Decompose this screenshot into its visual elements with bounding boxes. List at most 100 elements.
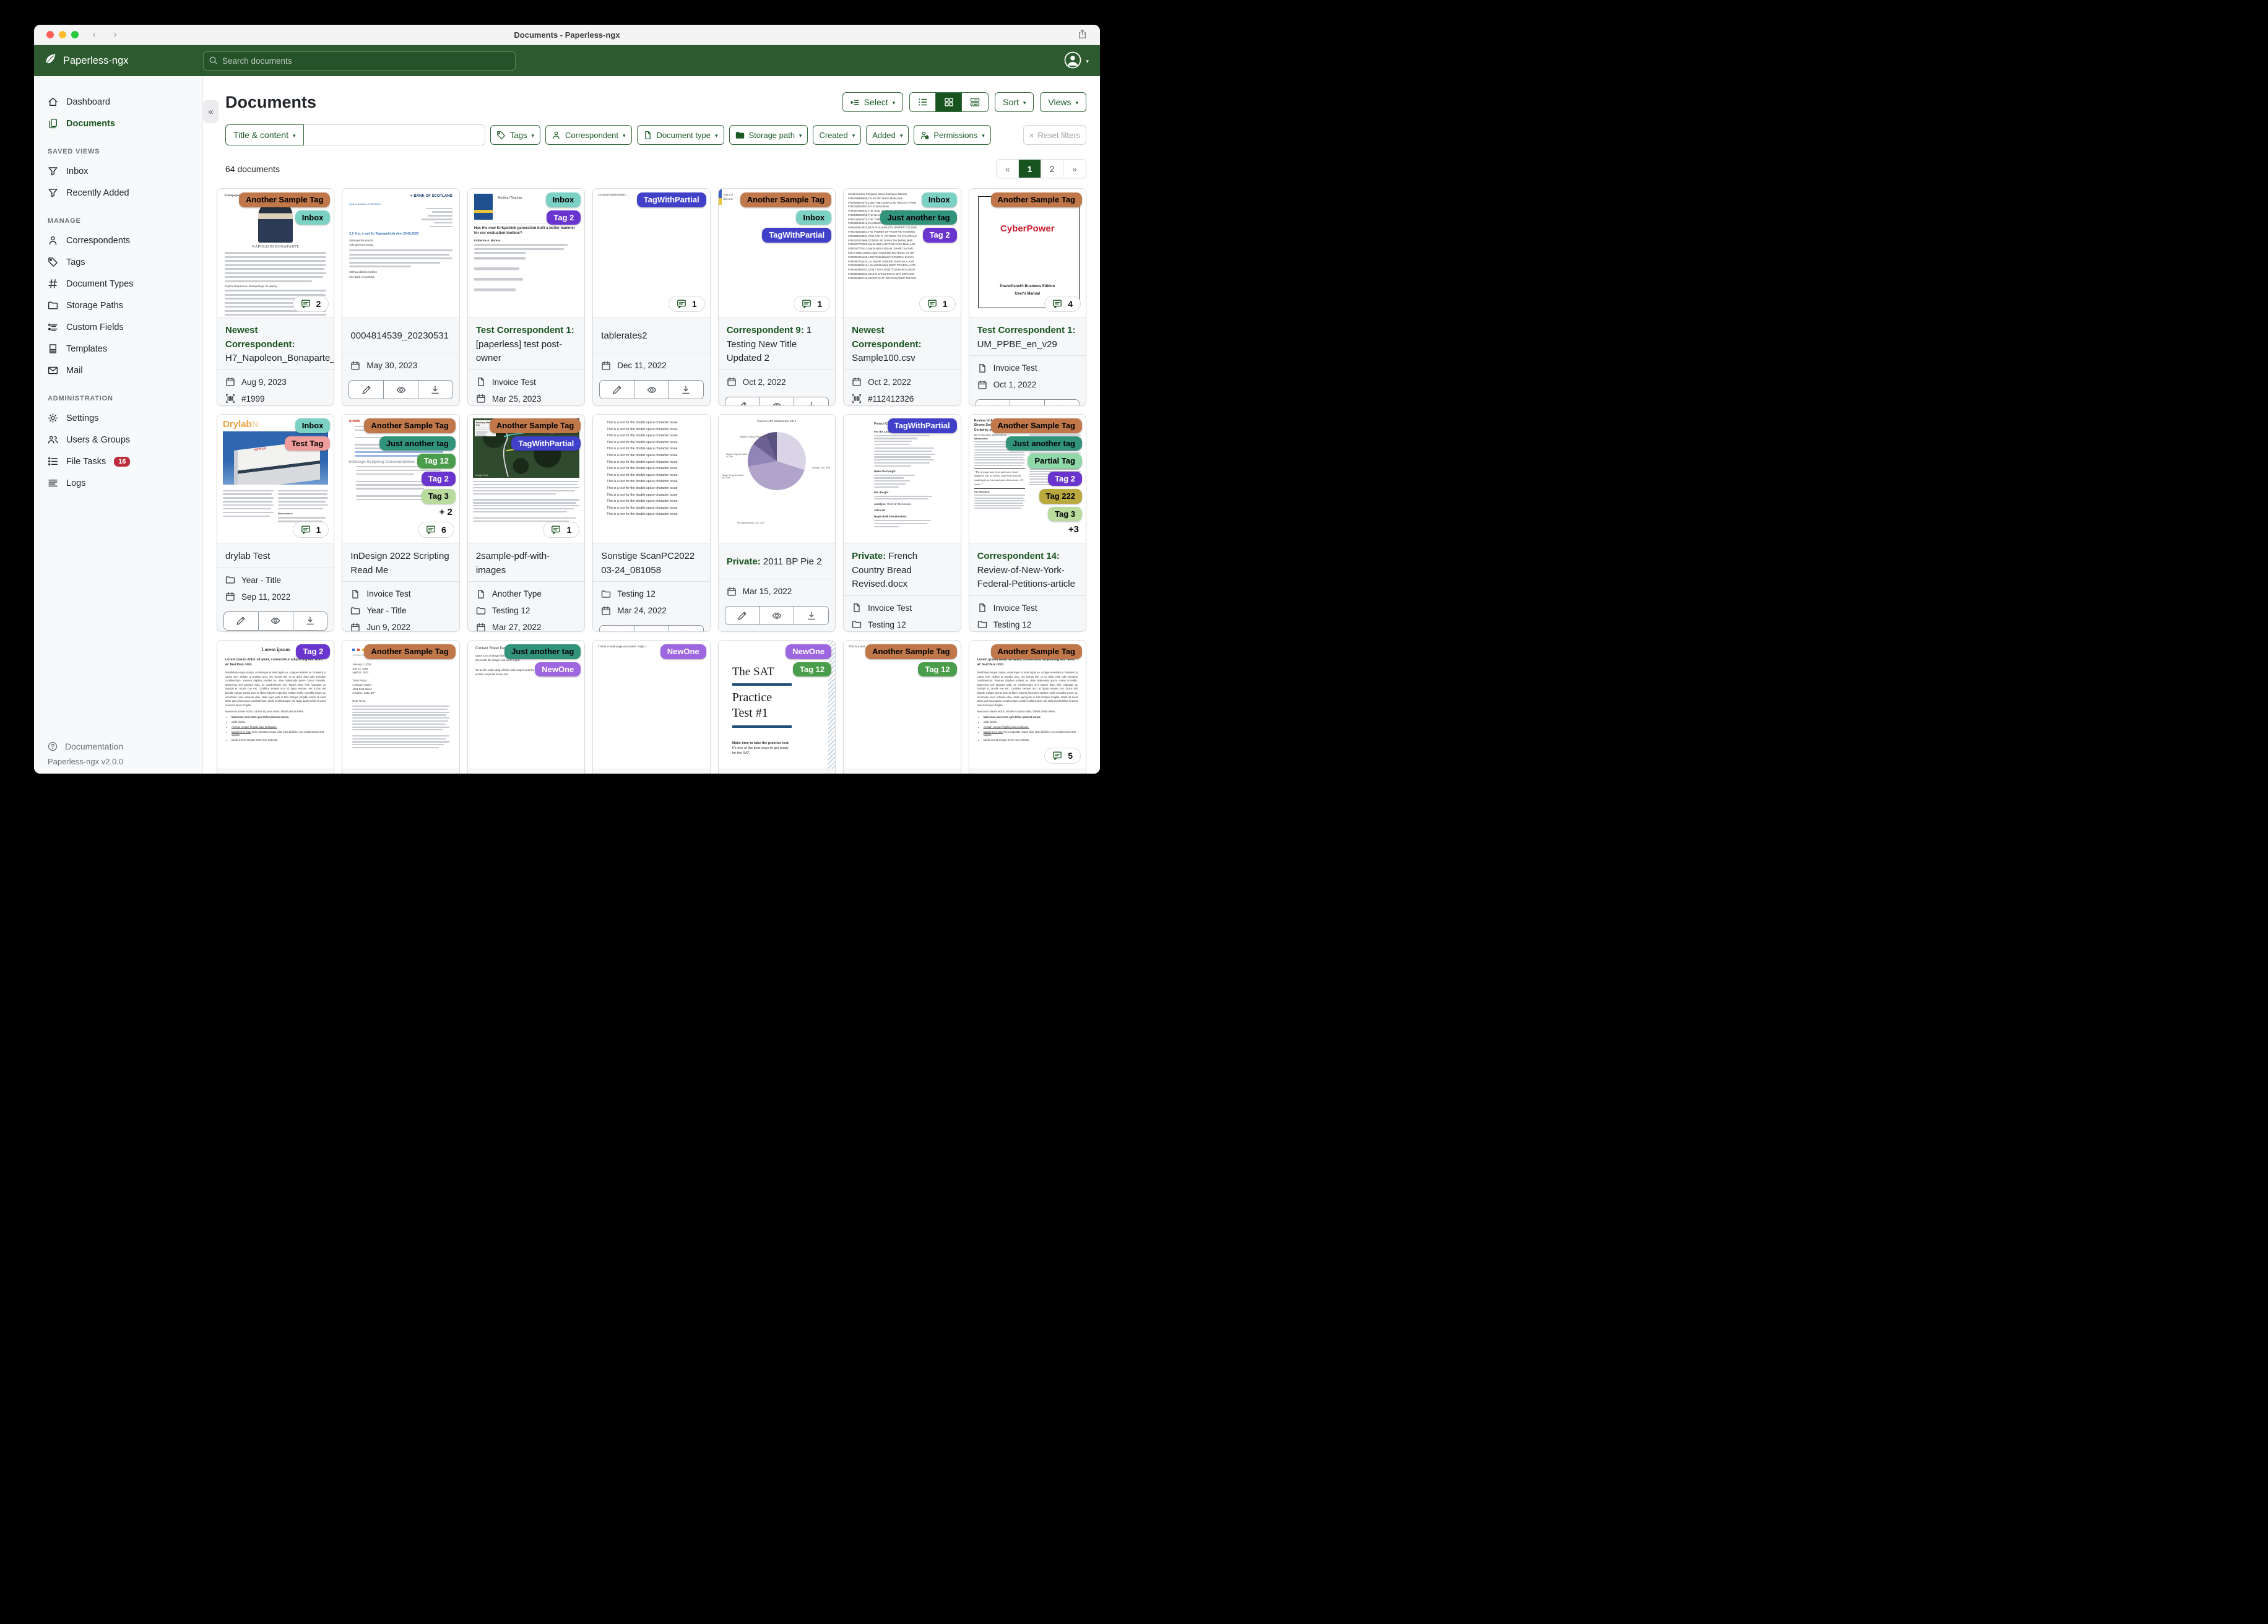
reset-filters-button[interactable]: × Reset filters [1023,125,1086,145]
collapse-sidebar-button[interactable]: « [203,100,219,123]
notes-badge[interactable]: 1 [794,296,831,312]
filter-storage-path-button[interactable]: Storage path ▾ [729,125,808,145]
edit-button[interactable] [349,381,384,399]
notes-badge[interactable]: 1 [668,296,705,312]
download-button[interactable] [669,381,703,399]
filter-added-button[interactable]: Added ▾ [866,125,909,145]
filter-document-type-button[interactable]: Document type ▾ [636,125,724,145]
notes-badge[interactable]: 5 [1044,748,1081,764]
download-button[interactable] [669,626,703,631]
edit-button[interactable] [600,626,635,631]
document-title[interactable]: drylab Test [217,543,334,568]
page-2-button[interactable]: 2 [1041,160,1063,178]
tag-chip[interactable]: Inbox [295,210,331,225]
sidebar-item-templates[interactable]: Templates [34,338,202,360]
page-1-button[interactable]: 1 [1019,160,1041,178]
document-thumbnail[interactable]: Lorem ipsumLorem ipsum dolor sit amet, c… [969,641,1086,769]
sidebar-item-inbox[interactable]: Inbox [34,160,202,182]
notes-badge[interactable]: 2 [292,296,329,312]
view-button[interactable] [258,611,293,630]
document-title[interactable]: Test Correspondent 1: UM_PPBE_en_v29 [969,317,1086,355]
page-next-button[interactable]: » [1063,160,1086,178]
document-title[interactable]: Sonstige ScanPC2022 03-24_081058 [593,543,709,581]
tag-chip[interactable]: Just another tag [504,644,581,659]
tag-chip[interactable]: Another Sample Tag [238,192,331,207]
document-title[interactable]: Newest Correspondent: H7_Napoleon_Bonapa… [217,317,334,369]
document-thumbnail[interactable]: Francja pod r… NAPOLEON BONAPARTE Dojście … [217,189,334,317]
tag-chip[interactable]: Just another tag [379,436,456,451]
filter-correspondent-button[interactable]: Correspondent ▾ [545,125,632,145]
share-icon[interactable] [1077,29,1088,43]
document-title[interactable]: 2sample-pdf-with-images [468,543,584,581]
document-thumbnail[interactable]: Test Name123-456-789January 2, 2022July … [342,641,459,769]
document-thumbnail[interactable]: This is a test Another Sample Tag Tag 12 [844,641,961,769]
sort-button[interactable]: Sort ▾ [995,92,1034,112]
list-view-button[interactable] [910,93,937,111]
tag-chip[interactable]: Tag 2 [1048,471,1082,486]
edit-button[interactable] [725,607,760,624]
document-thumbnail[interactable]: Country,Region/State,“… TagWithPartial 1 [593,189,710,317]
app-brand[interactable]: Paperless-ngx [44,53,203,69]
tag-chip[interactable]: Another Sample Tag [990,192,1082,207]
sidebar-item-document-types[interactable]: Document Types [34,273,202,295]
tag-chip[interactable]: Inbox [545,192,581,207]
notes-badge[interactable]: 1 [292,522,329,538]
document-thumbnail[interactable]: Adobe InDesign Scripting Documentation Ano… [342,415,459,543]
tag-chip[interactable]: NewOne [660,644,706,659]
tag-chip[interactable]: Tag 12 [918,662,957,677]
forward-icon[interactable]: › [110,29,121,40]
tag-chip[interactable]: TagWithPartial [511,436,581,451]
sidebar-item-logs[interactable]: Logs [34,472,202,494]
search-type-button[interactable]: Title & content ▾ [225,124,304,145]
document-title[interactable]: InDesign 2022 Scripting Read Me [342,543,459,581]
edit-button[interactable] [976,400,1011,405]
notes-badge[interactable]: 4 [1044,296,1081,312]
tag-chip[interactable]: TagWithPartial [887,418,957,433]
tag-chip[interactable]: Another Sample Tag [990,418,1082,433]
document-thumbnail[interactable]: Contact Sheet Demo Given a set of image f… [467,641,585,769]
tag-chip[interactable]: Just another tag [1005,436,1082,451]
tag-chip[interactable]: NewOne [786,644,832,659]
document-thumbnail[interactable]: The SAT Practice Test #1 Make time to take … [718,641,836,769]
views-button[interactable]: Views ▾ [1040,92,1086,112]
tag-chip[interactable]: Tag 3 [421,489,456,504]
zoom-window-button[interactable] [71,31,79,38]
download-button[interactable] [1045,400,1079,405]
sidebar-item-mail[interactable]: Mail [34,360,202,381]
tag-chip[interactable]: Tag 3 [1048,506,1082,522]
tag-chip[interactable]: Tag 2 [547,210,581,225]
sidebar-item-tags[interactable]: Tags [34,251,202,273]
sidebar-item-file-tasks[interactable]: File Tasks 16 [34,451,202,472]
notes-badge[interactable]: 1 [543,522,580,538]
tag-chip[interactable]: Just another tag [880,210,957,225]
download-button[interactable] [418,381,452,399]
tag-chip[interactable]: Another Sample Tag [364,644,456,659]
tag-chip[interactable]: NewOne [535,662,581,677]
document-thumbnail[interactable]: Serial Number,Company Name,Employee Mark… [844,189,961,317]
document-title[interactable]: tablerates2 [593,317,709,353]
back-icon[interactable]: ‹ [89,29,100,40]
minimize-window-button[interactable] [59,31,66,38]
search-input[interactable] [203,51,516,71]
document-thumbnail[interactable]: Patient BP Distribution 2011 Normal, 150,… [718,415,836,543]
download-button[interactable] [794,607,829,624]
filter-created-button[interactable]: Created ▾ [813,125,862,145]
sidebar-item-custom-fields[interactable]: Custom Fields [34,316,202,338]
notes-badge[interactable]: 6 [418,522,454,538]
tag-chip[interactable]: Tag 2 [922,228,957,243]
document-thumbnail[interactable]: This is a test for the double space char… [593,415,710,543]
sidebar-item-users-groups[interactable]: Users & Groups [34,429,202,451]
document-title[interactable]: 0004814539_20230531 [342,317,459,353]
download-button[interactable] [293,611,327,630]
document-thumbnail[interactable]: DrylabN NETFLIX New owners: Inbox Test Tag 1 [217,415,334,543]
tag-chip[interactable]: Tag 12 [792,662,832,677]
document-title[interactable]: Private: French Country Bread Revised.do… [844,543,960,595]
document-thumbnail[interactable]: French Country BreadFor the LeavenMake t… [844,415,961,543]
download-button[interactable] [794,397,829,405]
document-thumbnail[interactable]: Medical Teacher Has the new Kirkpatrick g… [467,189,585,317]
tag-chip[interactable]: Another Sample Tag [489,418,581,433]
sidebar-item-settings[interactable]: Settings [34,407,202,429]
documentation-link[interactable]: Documentation [34,737,123,756]
user-menu[interactable]: ▾ [1063,51,1089,71]
sidebar-item-documents[interactable]: Documents [34,113,202,134]
